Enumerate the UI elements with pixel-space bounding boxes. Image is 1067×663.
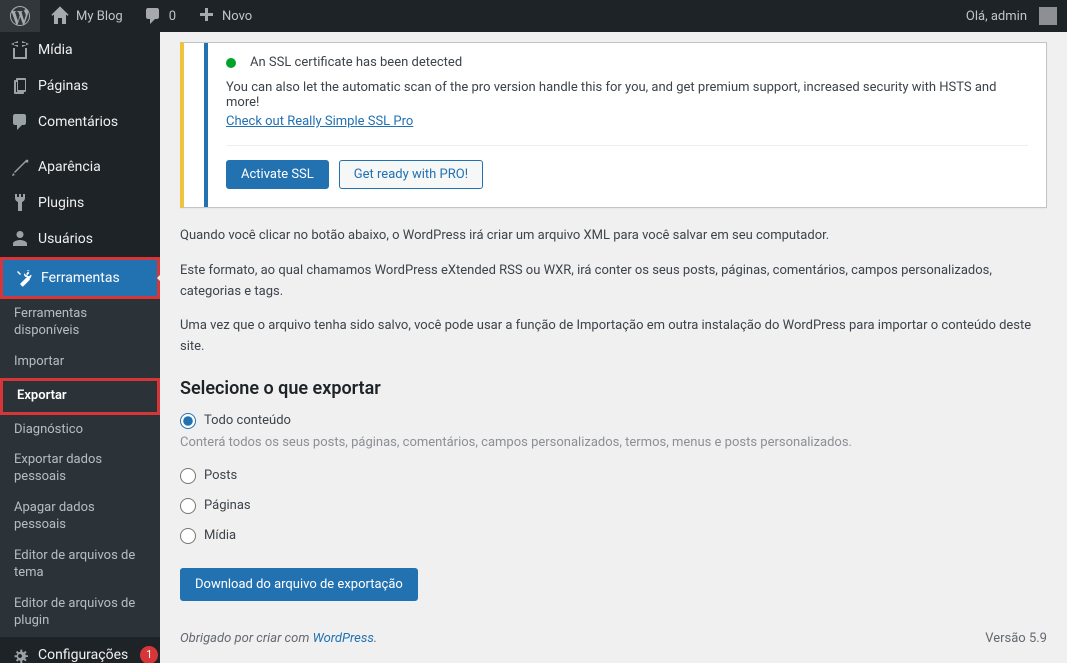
radio-media[interactable] xyxy=(180,528,196,544)
ssl-detected-text: An SSL certificate has been detected xyxy=(250,55,462,70)
activate-ssl-button[interactable]: Activate SSL xyxy=(226,160,329,189)
radio-pages[interactable] xyxy=(180,498,196,514)
plugins-icon xyxy=(10,193,30,213)
download-export-button[interactable]: Download do arquivo de exportação xyxy=(180,568,418,601)
comments-icon xyxy=(10,112,30,132)
plus-icon xyxy=(196,6,216,26)
home-icon xyxy=(50,6,70,26)
footer-wp-link[interactable]: WordPress xyxy=(313,631,374,646)
submenu-health[interactable]: Diagnóstico xyxy=(0,415,160,446)
media-icon xyxy=(10,40,30,60)
tools-submenu: Ferramentas disponíveis Importar Exporta… xyxy=(0,299,160,637)
sidebar-item-tools[interactable]: Ferramentas xyxy=(0,257,160,299)
ssl-pro-link[interactable]: Check out Really Simple SSL Pro xyxy=(226,114,413,129)
status-dot-icon xyxy=(226,58,236,68)
radio-posts[interactable] xyxy=(180,468,196,484)
export-heading: Selecione o que exportar xyxy=(180,378,1047,399)
settings-icon xyxy=(10,645,30,663)
new-link[interactable]: Novo xyxy=(186,0,262,32)
ssl-notice: An SSL certificate has been detected You… xyxy=(180,42,1047,208)
admin-menu: Mídia Páginas Comentários Aparência Plug… xyxy=(0,32,160,663)
sidebar-item-plugins[interactable]: Plugins xyxy=(0,185,160,221)
get-pro-button[interactable]: Get ready with PRO! xyxy=(339,160,483,189)
pages-icon xyxy=(10,76,30,96)
sidebar-item-settings[interactable]: Configurações 1 xyxy=(0,637,160,663)
submenu-export-personal[interactable]: Exportar dados pessoais xyxy=(0,445,160,493)
option-all-desc: Conterá todos os seus posts, páginas, co… xyxy=(180,435,1047,450)
sidebar-item-pages[interactable]: Páginas xyxy=(0,68,160,104)
update-badge: 1 xyxy=(140,646,158,663)
submenu-theme-editor[interactable]: Editor de arquivos de tema xyxy=(0,541,160,589)
option-all[interactable]: Todo conteúdo xyxy=(180,413,1047,429)
howdy-text: Olá, admin xyxy=(966,9,1027,24)
footer-version: Versão 5.9 xyxy=(985,631,1047,646)
submenu-available-tools[interactable]: Ferramentas disponíveis xyxy=(0,299,160,347)
footer-thanks: Obrigado por criar com WordPress. xyxy=(180,631,377,646)
ssl-description: You can also let the automatic scan of t… xyxy=(226,80,1028,110)
comments-count: 0 xyxy=(169,9,176,24)
intro-p2: Este formato, ao qual chamamos WordPress… xyxy=(180,261,1047,303)
site-name-link[interactable]: My Blog xyxy=(40,0,133,32)
site-name: My Blog xyxy=(76,9,123,24)
sidebar-item-media[interactable]: Mídia xyxy=(0,32,160,68)
submenu-erase-personal[interactable]: Apagar dados pessoais xyxy=(0,493,160,541)
intro-p3: Uma vez que o arquivo tenha sido salvo, … xyxy=(180,316,1047,358)
option-posts[interactable]: Posts xyxy=(180,468,1047,484)
sidebar-item-comments[interactable]: Comentários xyxy=(0,104,160,140)
radio-all[interactable] xyxy=(180,413,196,429)
option-media[interactable]: Mídia xyxy=(180,528,1047,544)
comments-link[interactable]: 0 xyxy=(133,0,186,32)
account-link[interactable]: Olá, admin xyxy=(956,0,1067,32)
content-area: An SSL certificate has been detected You… xyxy=(160,32,1067,663)
appearance-icon xyxy=(10,157,30,177)
users-icon xyxy=(10,229,30,249)
sidebar-item-users[interactable]: Usuários xyxy=(0,221,160,257)
new-label: Novo xyxy=(222,9,252,24)
sidebar-item-appearance[interactable]: Aparência xyxy=(0,149,160,185)
submenu-plugin-editor[interactable]: Editor de arquivos de plugin xyxy=(0,589,160,637)
intro-p1: Quando você clicar no botão abaixo, o Wo… xyxy=(180,226,1047,247)
avatar xyxy=(1039,7,1057,25)
submenu-export[interactable]: Exportar xyxy=(0,378,160,415)
tools-icon xyxy=(13,268,33,288)
submenu-import[interactable]: Importar xyxy=(0,347,160,378)
comment-icon xyxy=(143,6,163,26)
option-pages[interactable]: Páginas xyxy=(180,498,1047,514)
wp-logo[interactable] xyxy=(0,0,40,32)
